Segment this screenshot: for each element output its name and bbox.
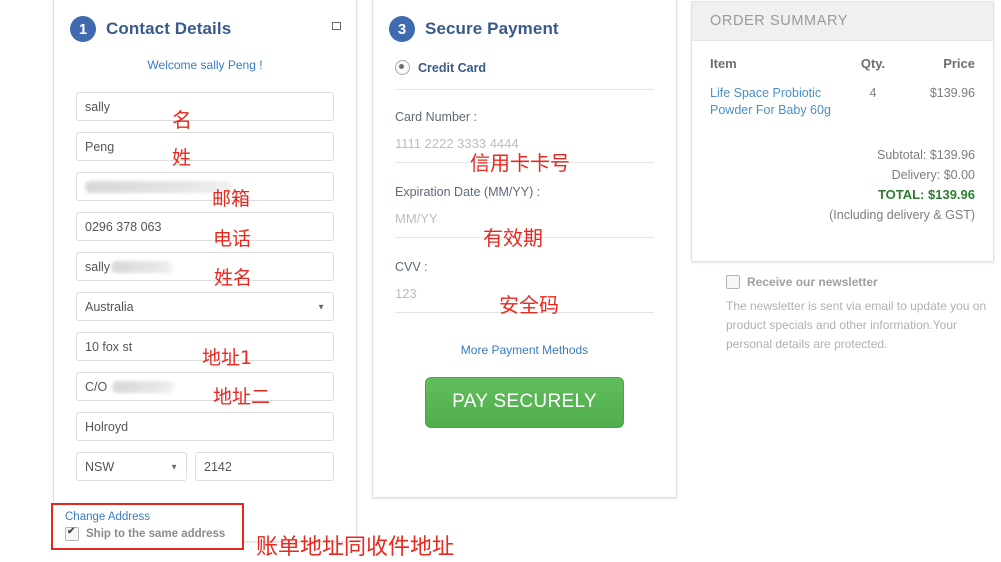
column-header-qty: Qty. (860, 56, 886, 71)
state-postcode-row: NSW 2142 (76, 452, 334, 481)
order-item-name: Life Space Probiotic Powder For Baby 60g (710, 71, 847, 119)
contact-details-card: 1 Contact Details Welcome sally Peng ! s… (51, 0, 357, 550)
welcome-message: Welcome sally Peng ! (147, 58, 263, 72)
order-items-table: Item Qty. Price Life Space Probiotic Pow… (710, 41, 975, 119)
phone-value: 0296 378 063 (85, 219, 162, 234)
pay-button-wrapper: PAY SECURELY (395, 377, 654, 428)
address-line2-value: C/O (85, 379, 108, 394)
newsletter-row[interactable]: Receive our newsletter (726, 275, 998, 289)
page-title: Contact Details (106, 19, 232, 38)
annotation-full-name: 姓名 (214, 267, 253, 289)
credit-card-radio-icon[interactable] (395, 60, 410, 75)
annotation-cvv: 安全码 (499, 293, 559, 317)
first-name-field[interactable]: sally (76, 92, 334, 121)
suburb-field[interactable]: Holroyd (76, 412, 334, 441)
newsletter-description: The newsletter is sent via email to upda… (726, 299, 987, 351)
order-totals: Subtotal: $139.96 Delivery: $0.00 TOTAL:… (710, 145, 975, 225)
country-value: Australia (85, 299, 134, 314)
newsletter-checkbox[interactable] (726, 275, 740, 289)
first-name-value: sally (85, 99, 111, 114)
order-item-qty: 4 (869, 86, 877, 100)
annotation-first-name: 名 (172, 108, 192, 132)
divider (395, 89, 654, 90)
step-number-badge: 1 (70, 16, 96, 42)
ship-same-address-label: Ship to the same address (86, 528, 226, 540)
payment-step-number-badge: 3 (389, 16, 415, 42)
annotation-address1: 地址1 (202, 347, 253, 369)
pay-securely-button[interactable]: PAY SECURELY (425, 377, 624, 428)
phone-field[interactable]: 0296 378 063 (76, 212, 334, 241)
order-item-link[interactable]: Life Space Probiotic Powder For Baby 60g (710, 86, 831, 117)
postcode-field[interactable]: 2142 (195, 452, 334, 481)
newsletter-label: Receive our newsletter (747, 275, 878, 289)
more-payment-methods-link[interactable]: More Payment Methods (395, 343, 654, 357)
secure-payment-header: 3 Secure Payment (373, 0, 676, 42)
payment-title: Secure Payment (425, 19, 559, 38)
address-line2-field[interactable]: C/O (76, 372, 334, 401)
annotation-address2: 地址二 (213, 386, 271, 408)
expiry-label: Expiration Date (MM/YY) : (395, 185, 541, 199)
order-item-price: $139.96 (929, 86, 975, 100)
column-header-price: Price (943, 56, 975, 71)
order-summary-heading: ORDER SUMMARY (692, 2, 993, 41)
table-row: Life Space Probiotic Powder For Baby 60g… (710, 71, 975, 119)
state-value: NSW (85, 459, 115, 474)
suburb-value: Holroyd (85, 419, 129, 434)
column-header-item: Item (710, 56, 737, 71)
annotation-last-name: 姓 (172, 147, 192, 169)
annotation-email: 邮箱 (212, 188, 251, 210)
annotation-card-number: 信用卡卡号 (470, 151, 570, 175)
ship-same-address-row[interactable]: Ship to the same address (65, 526, 235, 541)
ship-same-address-checkbox[interactable] (65, 526, 79, 541)
email-redacted-value (85, 180, 233, 193)
full-name-value: sally (85, 259, 111, 274)
newsletter-block: Receive our newsletter The newsletter is… (726, 275, 998, 354)
cvv-label: CVV : (395, 260, 428, 274)
annotation-phone: 电话 (213, 228, 252, 250)
credit-card-label: Credit Card (418, 60, 487, 75)
address-line2-redacted-value (112, 380, 175, 393)
subtotal-line: Subtotal: $139.96 (877, 148, 975, 162)
last-name-field[interactable]: Peng (76, 132, 334, 161)
address-line1-value: 10 fox st (85, 339, 133, 354)
annotation-billing-same: 账单地址同收件地址 (256, 535, 455, 560)
postcode-value: 2142 (204, 459, 232, 474)
credit-card-option[interactable]: Credit Card (395, 60, 654, 75)
annotation-expiry: 有效期 (483, 226, 543, 250)
change-address-block: Change Address Ship to the same address (51, 503, 244, 550)
contact-details-header: 1 Contact Details (54, 0, 356, 42)
order-summary-card: ORDER SUMMARY Item Qty. Price Life Space… (691, 1, 994, 262)
email-field[interactable] (76, 172, 334, 201)
delivery-line: Delivery: $0.00 (891, 168, 975, 182)
last-name-value: Peng (85, 139, 115, 154)
state-select[interactable]: NSW (76, 452, 187, 481)
card-number-label: Card Number : (395, 110, 477, 124)
order-summary-body: Item Qty. Price Life Space Probiotic Pow… (692, 41, 993, 225)
country-select[interactable]: Australia (76, 292, 334, 321)
total-note: (Including delivery & GST) (829, 208, 975, 222)
total-line: TOTAL: $139.96 (877, 187, 975, 202)
full-name-field[interactable]: sally (76, 252, 334, 281)
contact-fields: sally Peng 0296 378 063 sally Australia … (54, 72, 356, 481)
collapse-square-icon[interactable] (332, 22, 341, 30)
full-name-redacted-value (111, 260, 174, 273)
change-address-link[interactable]: Change Address (65, 511, 235, 523)
table-header-row: Item Qty. Price (710, 41, 975, 71)
